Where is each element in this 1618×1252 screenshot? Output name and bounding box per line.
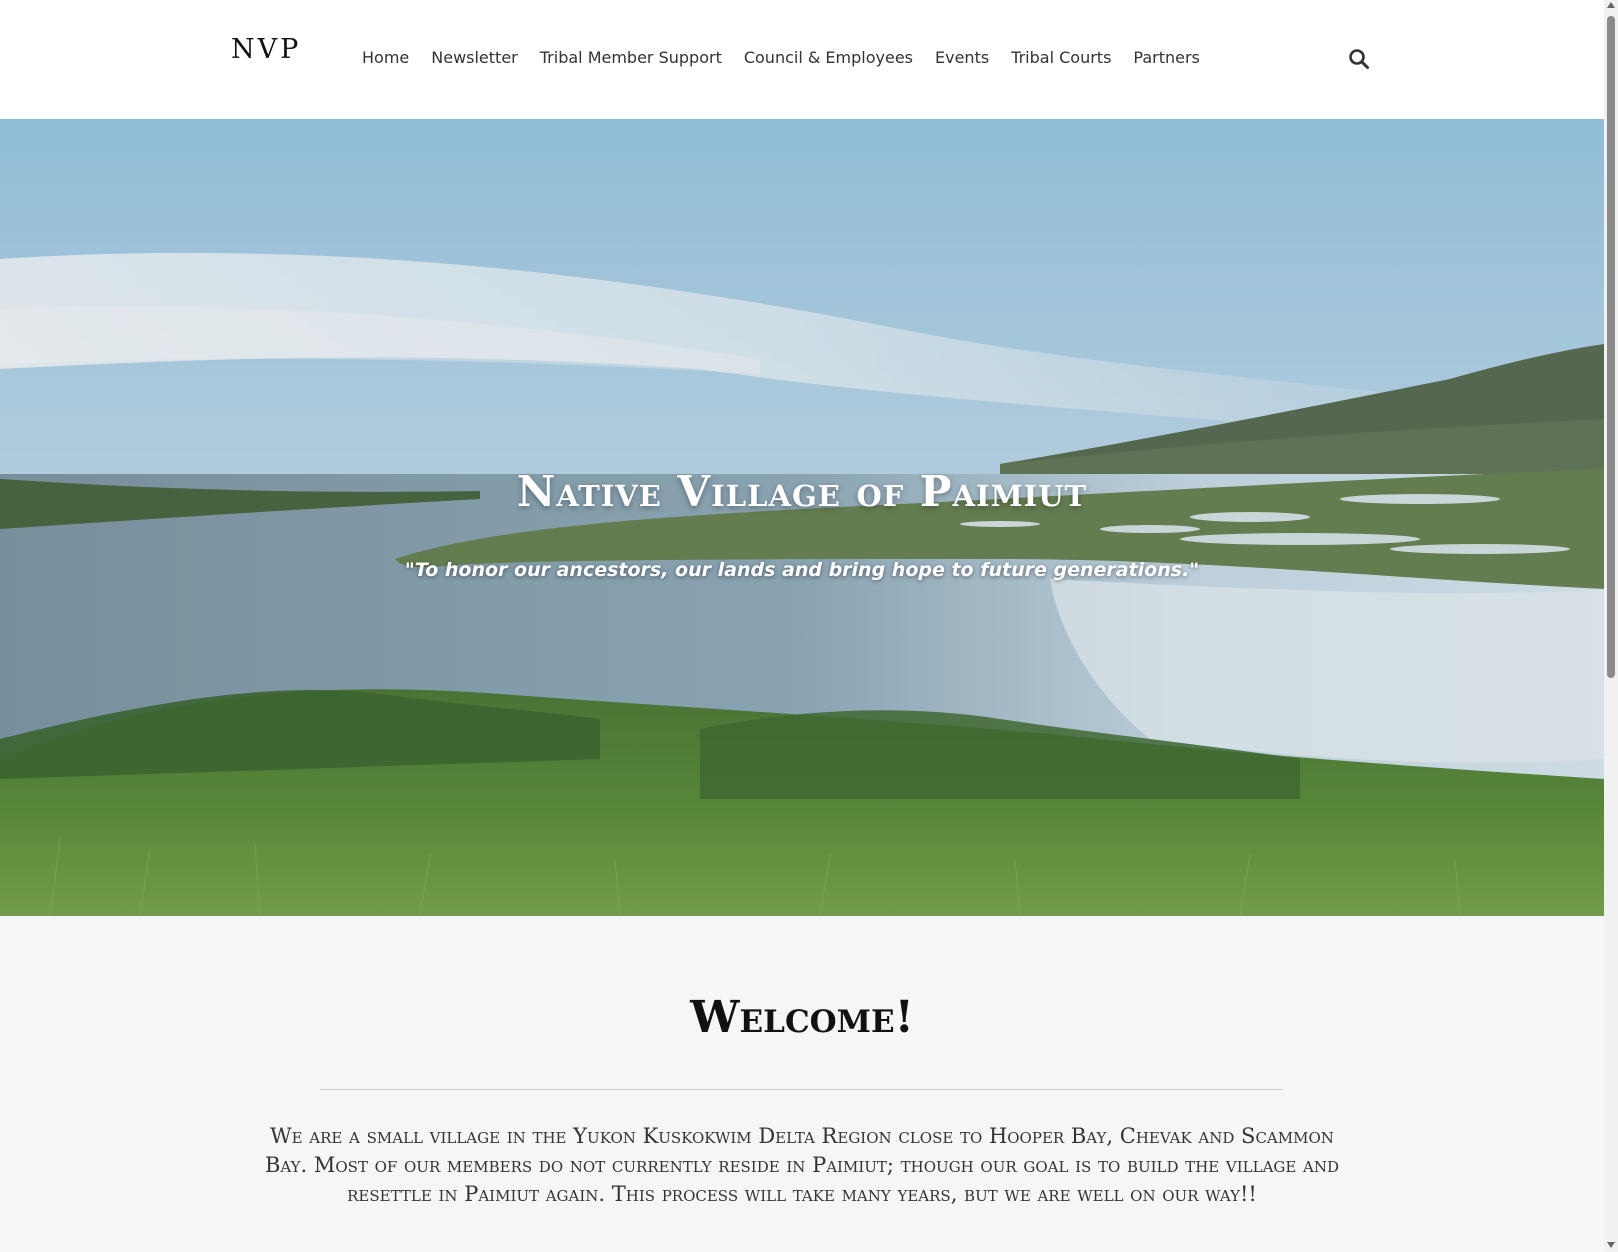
scroll-up-arrow-icon[interactable] [1607,2,1615,8]
hero-banner: Native Village of Paimiut "To honor our … [0,119,1604,916]
welcome-text: We are a small village in the Yukon Kusk… [264,1124,1340,1206]
site-header: NVP Home Newsletter Tribal Member Suppor… [0,0,1604,119]
hero-quote: "To honor our ancestors, our lands and b… [404,559,1200,581]
nav-item-council-employees[interactable]: Council & Employees [744,48,913,67]
search-icon[interactable] [1348,48,1370,70]
nav-item-home[interactable]: Home [362,48,409,67]
page: NVP Home Newsletter Tribal Member Suppor… [0,0,1604,1252]
nav-item-events[interactable]: Events [935,48,989,67]
page-scrollbar[interactable] [1604,0,1618,1252]
welcome-section: Welcome! We are a small village in the Y… [0,916,1604,1252]
scrollbar-thumb[interactable] [1607,16,1615,678]
main-nav: Home Newsletter Tribal Member Support Co… [362,48,1200,67]
site-logo[interactable]: NVP [231,34,301,65]
nav-item-tribal-member-support[interactable]: Tribal Member Support [540,48,722,67]
nav-item-partners[interactable]: Partners [1133,48,1199,67]
section-divider [320,1089,1283,1090]
welcome-heading: Welcome! [690,992,914,1043]
nav-item-tribal-courts[interactable]: Tribal Courts [1011,48,1111,67]
hero-landscape-image [0,119,1604,916]
nav-item-newsletter[interactable]: Newsletter [431,48,518,67]
scroll-down-arrow-icon[interactable] [1607,1242,1615,1248]
hero-title: Native Village of Paimiut [516,467,1088,516]
